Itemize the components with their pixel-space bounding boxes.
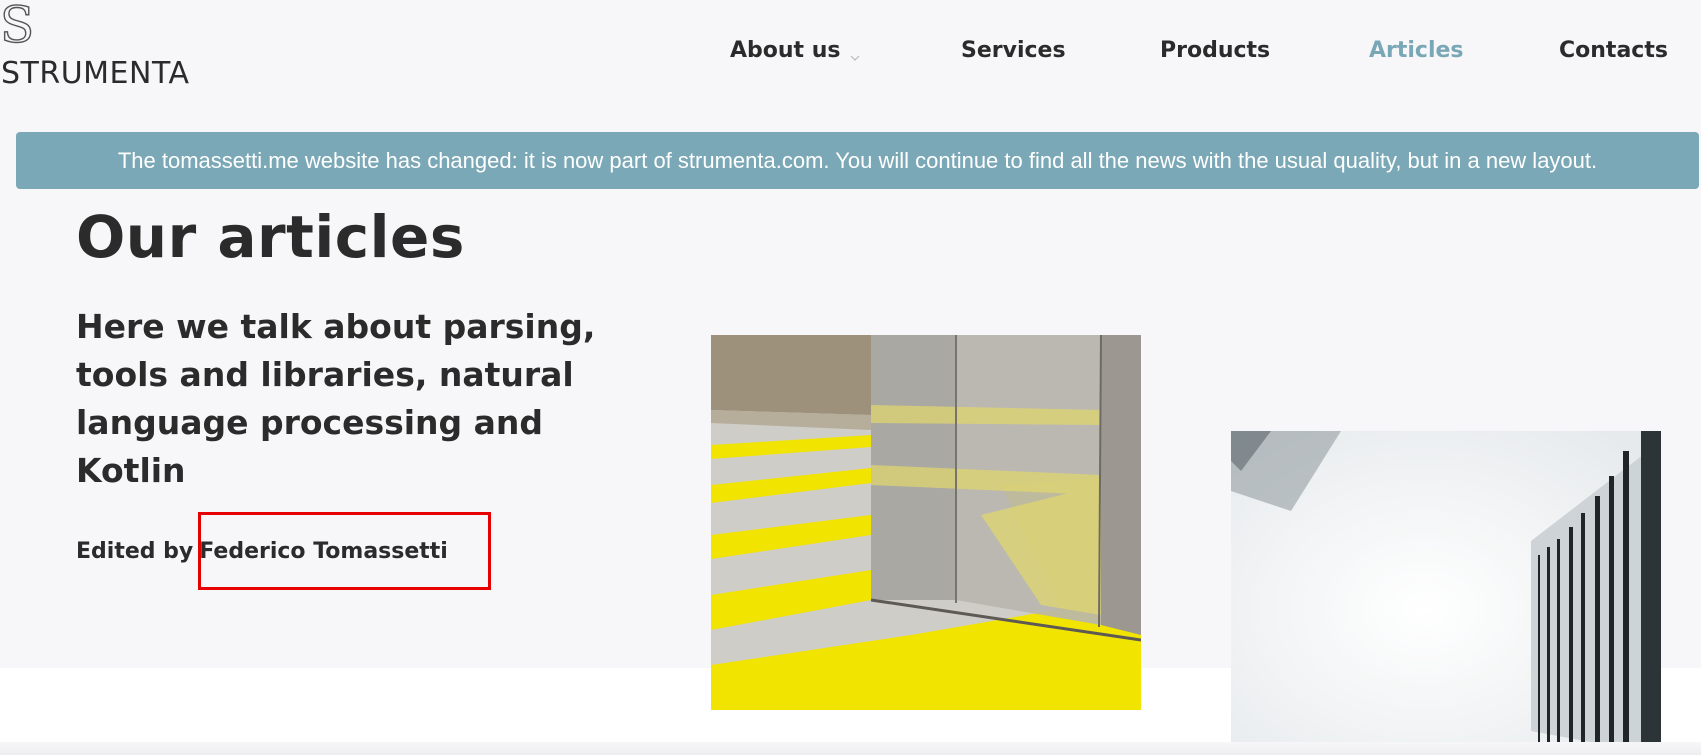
yellow-stripes-photo [711, 335, 1141, 710]
chevron-down-icon [850, 42, 860, 61]
highlight-annotation [198, 512, 491, 590]
nav-item-label: Services [961, 38, 1066, 63]
nav-item-label: About us [730, 38, 841, 63]
site-change-banner: The tomassetti.me website has changed: i… [16, 132, 1699, 189]
bottom-divider [0, 742, 1701, 755]
page-tagline: Here we talk about parsing, tools and li… [76, 307, 596, 490]
nav-item-articles[interactable]: Articles [1369, 36, 1464, 66]
nav-item-about-us[interactable]: About us [730, 36, 860, 66]
nav-item-label: Products [1160, 38, 1271, 63]
nav-item-contacts[interactable]: Contacts [1559, 36, 1668, 66]
nav-item-services[interactable]: Services [961, 36, 1066, 66]
banner-text: The tomassetti.me website has changed: i… [117, 147, 1598, 173]
tower-in-fog-photo [1231, 431, 1661, 755]
nav-item-products[interactable]: Products [1160, 36, 1270, 66]
nav-item-label: Articles [1369, 38, 1464, 63]
page-title: Our articles [76, 203, 465, 271]
nav-item-label: Contacts [1559, 38, 1668, 63]
edited-by-label: Edited by [76, 539, 194, 564]
main-nav: About us Services Products Articles Cont… [0, 36, 1701, 68]
